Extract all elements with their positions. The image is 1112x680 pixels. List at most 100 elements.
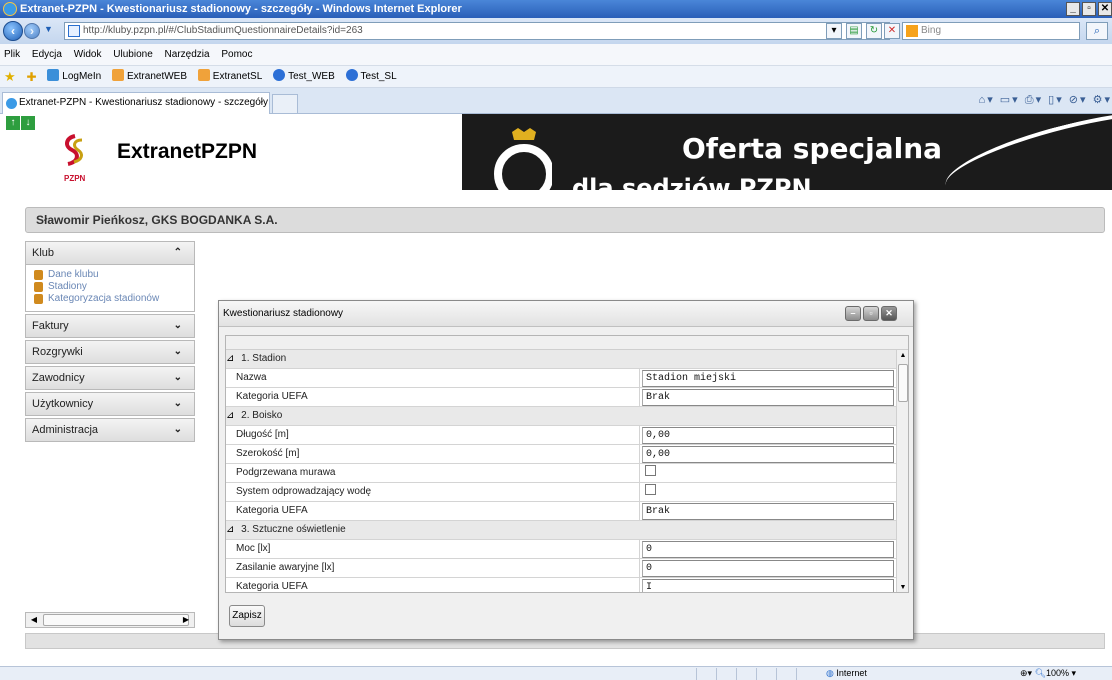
sidebar-section-administracja[interactable]: Administracja ⌄ bbox=[25, 418, 195, 442]
dialog-titlebar[interactable]: Kwestionariusz stadionowy – ▫ ✕ bbox=[219, 301, 913, 327]
sidebar-link-dane-klubu[interactable]: Dane klubu bbox=[32, 269, 194, 281]
dialog-minimize-button[interactable]: – bbox=[845, 306, 861, 321]
menu-item-file[interactable]: Plik bbox=[4, 49, 20, 60]
pzpn-logo bbox=[65, 134, 83, 166]
sidebar-link-kategoryzacja[interactable]: Kategoryzacja stadionów bbox=[32, 293, 194, 305]
link-icon bbox=[34, 294, 43, 304]
menu-item-view[interactable]: Widok bbox=[74, 49, 102, 60]
zoom-icon: 🔍︎ bbox=[1034, 668, 1046, 678]
scroll-thumb[interactable] bbox=[898, 364, 908, 402]
browser-tab[interactable]: Extranet-PZPN - Kwestionariusz stadionow… bbox=[2, 92, 270, 114]
sidebar-section-faktury[interactable]: Faktury ⌄ bbox=[25, 314, 195, 338]
window-titlebar: Extranet-PZPN - Kwestionariusz stadionow… bbox=[0, 0, 1112, 18]
favorite-logmein[interactable]: LogMeIn bbox=[47, 66, 101, 88]
tools-icon[interactable]: ⚙▾ bbox=[1093, 94, 1112, 106]
user-bar: Sławomir Pieńkosz, GKS BOGDANKA S.A. bbox=[25, 207, 1105, 233]
grid-property-row: Kategoria UEFA I bbox=[226, 578, 896, 592]
sidebar-section-label: Zawodnicy bbox=[32, 372, 85, 384]
sidebar-section-rozgrywki[interactable]: Rozgrywki ⌄ bbox=[25, 340, 195, 364]
menu-item-favorites[interactable]: Ulubione bbox=[113, 49, 152, 60]
property-checkbox[interactable] bbox=[645, 484, 656, 495]
page-icon[interactable]: ▯▾ bbox=[1048, 94, 1064, 106]
menu-item-help[interactable]: Pomoc bbox=[221, 49, 252, 60]
arrow-up-icon[interactable]: ↑ bbox=[6, 116, 20, 130]
arrow-down-icon[interactable]: ↓ bbox=[21, 116, 35, 130]
close-window-button[interactable]: ✕ bbox=[1098, 2, 1112, 16]
promo-banner[interactable]: Oferta specjalna dla sędziów PZPN bbox=[462, 114, 1112, 190]
zoom-control[interactable]: ⊕▾ 🔍︎100% ▾ bbox=[1020, 667, 1076, 680]
scroll-thumb[interactable] bbox=[43, 614, 189, 626]
status-segment bbox=[696, 668, 716, 680]
bing-icon bbox=[906, 25, 918, 37]
property-value-input[interactable]: 0 bbox=[642, 560, 894, 577]
property-value-input[interactable]: Stadion miejski bbox=[642, 370, 894, 387]
property-value-input[interactable]: Brak bbox=[642, 503, 894, 520]
address-field[interactable]: http://kluby.pzpn.pl/#/ClubStadiumQuesti… bbox=[64, 22, 890, 40]
sidebar-section-uzytkownicy[interactable]: Użytkownicy ⌄ bbox=[25, 392, 195, 416]
chevron-down-icon: ⌄ bbox=[173, 398, 182, 409]
new-tab-button[interactable] bbox=[272, 94, 298, 114]
link-label: Dane klubu bbox=[48, 269, 99, 280]
collapse-icon[interactable]: ⊿ bbox=[226, 410, 237, 421]
category-label[interactable]: 3. Sztuczne oświetlenie bbox=[237, 524, 346, 535]
protected-mode-icon: ⊕▾ bbox=[1020, 668, 1035, 678]
property-checkbox[interactable] bbox=[645, 465, 656, 476]
favorite-test-web[interactable]: Test_WEB bbox=[273, 66, 335, 88]
scroll-right-icon[interactable]: ▶ bbox=[178, 613, 194, 627]
save-button[interactable]: Zapisz bbox=[229, 605, 265, 627]
maximize-button[interactable]: ▫ bbox=[1082, 2, 1096, 16]
address-row: ‹ › ▼ http://kluby.pzpn.pl/#/ClubStadium… bbox=[0, 18, 1112, 44]
sidebar-section-zawodnicy[interactable]: Zawodnicy ⌄ bbox=[25, 366, 195, 390]
property-value-input[interactable]: Brak bbox=[642, 389, 894, 406]
favorite-extranetweb[interactable]: ExtranetWEB bbox=[111, 66, 187, 88]
history-dropdown-icon[interactable]: ▼ bbox=[44, 24, 53, 34]
test-web-icon bbox=[273, 69, 286, 81]
scroll-left-icon[interactable]: ◀ bbox=[26, 613, 42, 627]
questionnaire-dialog: Kwestionariusz stadionowy – ▫ ✕ ⊿ 1. Sta… bbox=[218, 300, 914, 640]
scroll-down-icon[interactable]: ▼ bbox=[897, 582, 908, 592]
dialog-close-button[interactable]: ✕ bbox=[881, 306, 897, 321]
home-icon[interactable]: ⌂▾ bbox=[979, 94, 995, 106]
safety-icon[interactable]: ⊘▾ bbox=[1069, 94, 1088, 106]
property-value-input[interactable]: 0 bbox=[642, 541, 894, 558]
menu-item-tools[interactable]: Narzędzia bbox=[165, 49, 210, 60]
favorite-test-sl[interactable]: Test_SL bbox=[345, 66, 397, 88]
collapse-icon[interactable]: ⊿ bbox=[226, 524, 237, 535]
add-favorite-icon[interactable]: ✚ bbox=[26, 66, 36, 88]
minimize-button[interactable]: _ bbox=[1066, 2, 1080, 16]
feeds-icon[interactable]: ▭▾ bbox=[1000, 94, 1020, 106]
compat-view-icon[interactable]: ▤ bbox=[846, 23, 862, 39]
test-sl-icon bbox=[345, 69, 358, 81]
category-label[interactable]: 2. Boisko bbox=[237, 410, 282, 421]
dialog-maximize-button[interactable]: ▫ bbox=[863, 306, 879, 321]
sidebar-link-stadiony[interactable]: Stadiony bbox=[32, 281, 194, 293]
favorite-extranetsl[interactable]: ExtranetSL bbox=[197, 66, 262, 88]
sidebar-section-label: Klub bbox=[32, 247, 55, 259]
address-dropdown-icon[interactable]: ▾ bbox=[826, 23, 842, 39]
category-label[interactable]: 1. Stadion bbox=[237, 353, 286, 364]
property-value-cell bbox=[642, 464, 894, 482]
link-icon bbox=[34, 282, 43, 292]
sidebar-section-klub[interactable]: Klub ⌃ bbox=[25, 241, 195, 265]
collapse-icon[interactable]: ⊿ bbox=[226, 353, 237, 364]
property-value-input[interactable]: 0,00 bbox=[642, 427, 894, 444]
search-input[interactable]: Bing bbox=[902, 22, 1080, 40]
menu-item-edit[interactable]: Edycja bbox=[32, 49, 62, 60]
property-value-input[interactable]: 0,00 bbox=[642, 446, 894, 463]
favorites-star-icon[interactable]: ★ bbox=[4, 66, 16, 88]
property-value-input[interactable]: I bbox=[642, 579, 894, 592]
refresh-icon[interactable]: ↻ bbox=[866, 23, 882, 39]
search-icon[interactable]: ⌕ bbox=[1086, 22, 1108, 40]
property-grid: ⊿ 1. Stadion Nazwa Stadion miejski Kategori… bbox=[226, 350, 896, 592]
banner-crest-icon bbox=[494, 128, 552, 190]
print-icon[interactable]: ⎙▾ bbox=[1025, 94, 1043, 106]
back-button[interactable]: ‹ bbox=[3, 21, 23, 41]
forward-button[interactable]: › bbox=[24, 23, 40, 39]
sidebar-hscrollbar[interactable]: ◀ ▶ bbox=[25, 612, 195, 628]
property-name: Zasilanie awaryjne [lx] bbox=[226, 559, 640, 577]
stop-icon[interactable]: ✕ bbox=[884, 23, 900, 39]
grid-vscrollbar[interactable]: ▲ ▼ bbox=[896, 350, 908, 592]
scroll-up-icon[interactable]: ▲ bbox=[897, 350, 908, 362]
security-zone[interactable]: ◍ Internet bbox=[826, 667, 867, 680]
grid-property-row: Podgrzewana murawa bbox=[226, 464, 896, 483]
